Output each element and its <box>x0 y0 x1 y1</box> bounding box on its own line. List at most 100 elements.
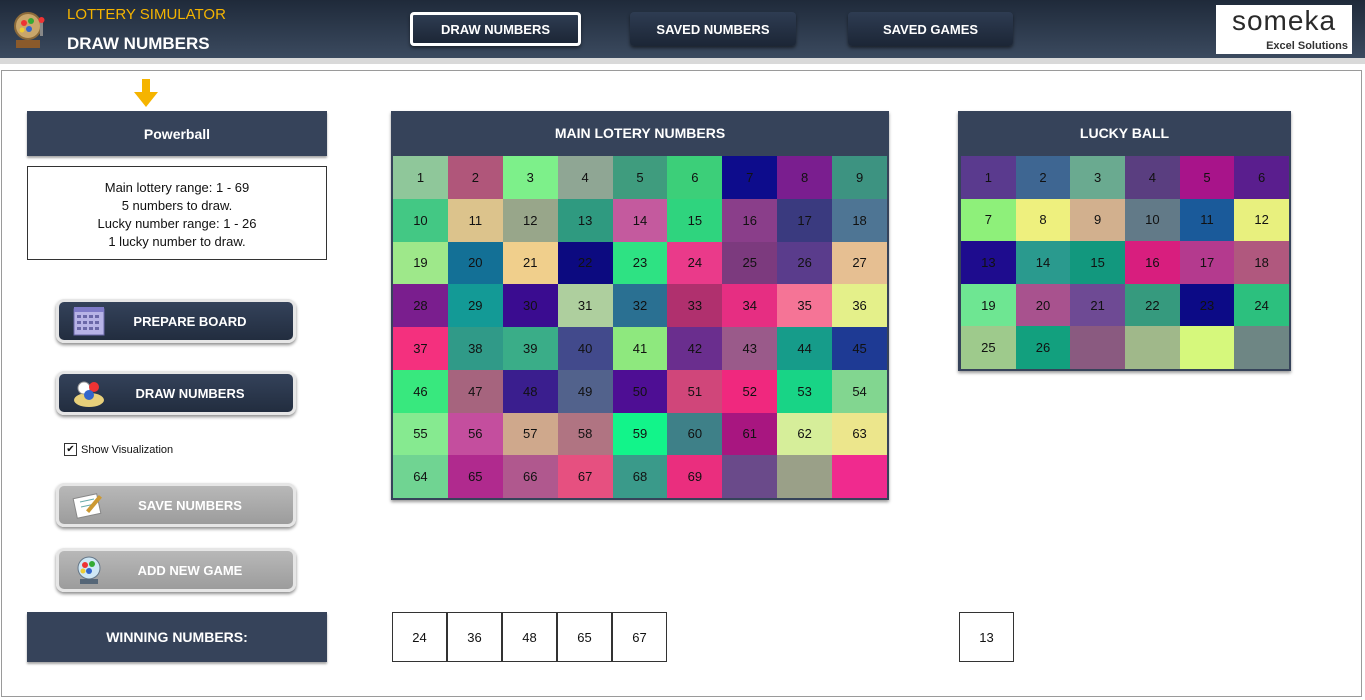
main-number-cell: 17 <box>777 198 833 242</box>
main-number-cell: 65 <box>447 455 503 498</box>
add-new-game-button[interactable]: ADD NEW GAME <box>56 548 296 592</box>
lucky-number-cell: 6 <box>1234 156 1289 199</box>
main-number-cell: 13 <box>557 198 613 242</box>
main-number-cell: 44 <box>777 327 833 370</box>
main-board-title: MAIN LOTERY NUMBERS <box>554 125 726 141</box>
main-number-cell: 42 <box>667 327 723 370</box>
main-number-cell: 25 <box>722 241 778 285</box>
winning-lucky-number: 13 <box>959 612 1014 662</box>
main-number-cell: 5 <box>612 156 668 199</box>
game-info-box: Main lottery range: 1 - 69 5 numbers to … <box>27 166 327 260</box>
main-number-cell: 64 <box>393 455 448 498</box>
main-number-cell: 63 <box>832 412 887 456</box>
info-lucky-count: 1 lucky number to draw. <box>108 234 246 249</box>
main-number-cell: 39 <box>502 327 558 370</box>
lucky-number-cell: 25 <box>961 326 1016 369</box>
nav-draw-numbers-button[interactable]: DRAW NUMBERS <box>410 12 581 46</box>
main-number-cell: 32 <box>612 284 668 327</box>
info-main-count: 5 numbers to draw. <box>121 198 233 213</box>
lucky-number-cell <box>1179 326 1235 369</box>
show-visualization-checkbox[interactable]: ✔ Show Visualization <box>64 443 173 456</box>
lottery-balls-icon <box>71 377 107 409</box>
main-number-cell: 6 <box>667 156 723 199</box>
page-title: DRAW NUMBERS <box>67 34 210 53</box>
lucky-number-cell: 9 <box>1070 198 1125 242</box>
main-number-cell: 18 <box>832 198 887 242</box>
add-new-game-label: ADD NEW GAME <box>137 562 243 578</box>
main-number-cell: 35 <box>777 284 833 327</box>
lucky-number-cell: 16 <box>1125 241 1180 284</box>
draw-numbers-button[interactable]: DRAW NUMBERS <box>56 371 296 415</box>
lucky-number-cell: 12 <box>1234 198 1289 242</box>
main-number-cell: 3 <box>502 156 558 199</box>
main-number-cell: 55 <box>393 412 448 456</box>
draw-numbers-label: DRAW NUMBERS <box>135 385 245 401</box>
main-number-cell: 8 <box>777 156 833 199</box>
main-number-cell: 37 <box>393 327 448 370</box>
main-number-cell: 31 <box>557 284 613 327</box>
main-number-cell: 41 <box>612 327 668 370</box>
main-number-cell: 57 <box>502 412 558 456</box>
board-grid-icon <box>71 305 107 337</box>
lucky-number-cell <box>1234 326 1289 369</box>
main-number-cell: 38 <box>447 327 503 370</box>
lucky-number-cell: 15 <box>1070 241 1125 284</box>
lucky-number-cell: 13 <box>961 241 1016 284</box>
winning-main-number: 48 <box>502 612 557 662</box>
lucky-number-cell <box>1125 326 1180 369</box>
lucky-number-cell: 20 <box>1015 283 1071 327</box>
prepare-board-label: PREPARE BOARD <box>133 313 247 329</box>
game-selector[interactable]: Powerball <box>27 111 327 156</box>
lucky-number-cell: 10 <box>1125 198 1180 242</box>
lucky-number-cell: 22 <box>1125 283 1180 327</box>
main-number-cell <box>722 455 778 498</box>
main-number-cell: 52 <box>722 369 778 413</box>
main-number-cell: 27 <box>832 241 887 285</box>
brand-tagline: Excel Solutions <box>1266 40 1348 52</box>
app-name: LOTTERY SIMULATOR <box>67 6 226 23</box>
main-number-cell: 15 <box>667 198 723 242</box>
prepare-board-button[interactable]: PREPARE BOARD <box>56 299 296 343</box>
nav-saved-games-button[interactable]: SAVED GAMES <box>848 12 1013 46</box>
main-number-cell: 10 <box>393 198 448 242</box>
brand-logo: someka Excel Solutions <box>1216 5 1352 54</box>
lucky-number-cell: 23 <box>1179 283 1235 327</box>
main-number-cell: 23 <box>612 241 668 285</box>
winning-main-number: 65 <box>557 612 612 662</box>
main-number-cell: 59 <box>612 412 668 456</box>
main-number-cell: 4 <box>557 156 613 199</box>
lucky-number-cell: 4 <box>1125 156 1180 199</box>
main-number-cell: 43 <box>722 327 778 370</box>
show-visualization-label: Show Visualization <box>81 443 174 456</box>
main-number-cell: 53 <box>777 369 833 413</box>
lucky-number-cell: 18 <box>1234 241 1289 284</box>
save-numbers-label: SAVE NUMBERS <box>138 497 242 513</box>
main-number-cell: 68 <box>612 455 668 498</box>
main-number-cell: 36 <box>832 284 887 327</box>
main-number-cell: 20 <box>447 241 503 285</box>
main-number-cell: 46 <box>393 369 448 413</box>
main-number-cell: 54 <box>832 369 887 413</box>
header-divider <box>0 58 1365 64</box>
winning-main-number: 24 <box>392 612 447 662</box>
winning-main-number: 67 <box>612 612 667 662</box>
main-number-cell <box>832 455 887 498</box>
brand-name: someka <box>1231 5 1337 36</box>
nav-saved-numbers-button[interactable]: SAVED NUMBERS <box>630 12 796 46</box>
main-number-cell: 51 <box>667 369 723 413</box>
main-number-cell: 60 <box>667 412 723 456</box>
main-number-cell: 22 <box>557 241 613 285</box>
main-number-cell: 47 <box>447 369 503 413</box>
info-main-range: Main lottery range: 1 - 69 <box>104 180 250 195</box>
checkbox-check-icon[interactable]: ✔ <box>64 443 77 456</box>
main-number-cell <box>777 455 833 498</box>
main-number-cell: 16 <box>722 198 778 242</box>
lucky-number-cell: 7 <box>961 198 1016 242</box>
main-number-cell: 29 <box>447 284 503 327</box>
main-number-cell: 30 <box>502 284 558 327</box>
main-number-cell: 48 <box>502 369 558 413</box>
save-numbers-button[interactable]: SAVE NUMBERS <box>56 483 296 527</box>
main-number-grid: 1 2 3 4 5 6 7 8 9 10 11 12 13 14 15 16 17 18 19 20 21 22 23 24 2… <box>393 156 887 498</box>
main-number-cell: 33 <box>667 284 723 327</box>
main-number-cell: 14 <box>612 198 668 242</box>
